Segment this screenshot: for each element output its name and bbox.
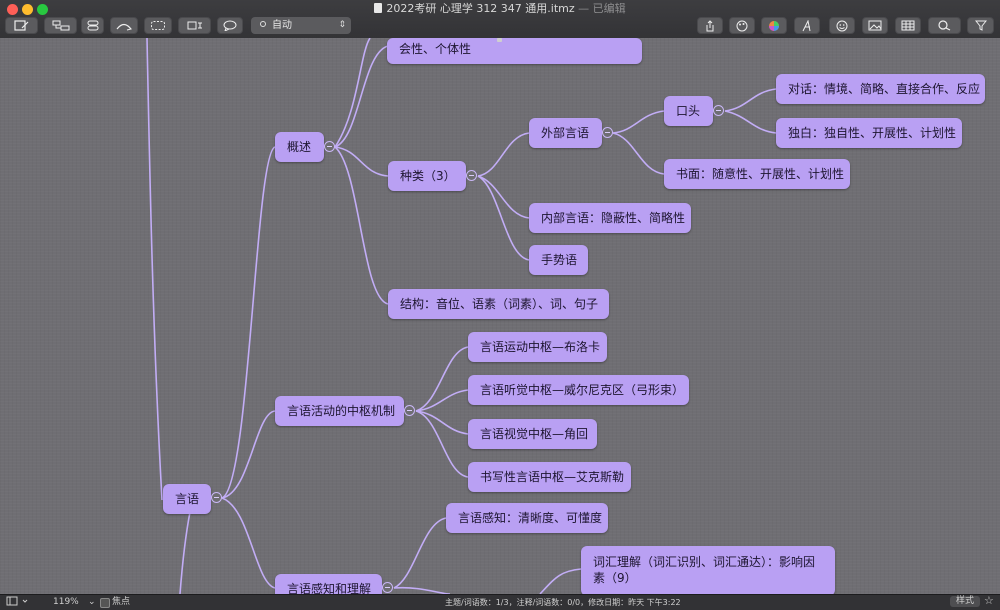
topic-auditory-center[interactable]: 言语听觉中枢—威尔尼克区（弓形束） <box>468 375 689 405</box>
collapse-toggle-types[interactable] <box>466 170 477 181</box>
speech-bubble-icon <box>223 20 237 31</box>
link-overview-offscreen <box>334 38 371 148</box>
share-button[interactable] <box>697 17 723 34</box>
topic-sign-language[interactable]: 手势语 <box>529 245 588 275</box>
topic-dialogue[interactable]: 对话：情境、简略、直接合作、反应 <box>776 74 985 104</box>
topic-visual-center[interactable]: 言语视觉中枢—角回 <box>468 419 597 449</box>
branch-icon <box>187 21 202 30</box>
link-mech-auditory <box>415 389 469 412</box>
filter-button[interactable] <box>967 17 994 34</box>
filter-icon <box>974 20 987 31</box>
relationship-button[interactable] <box>110 17 138 34</box>
link-oral-monologue <box>724 110 777 134</box>
font-icon <box>802 19 811 31</box>
smiley-icon <box>836 20 848 31</box>
sidebar-icon <box>6 596 28 606</box>
sidebar-toggle-button[interactable] <box>6 596 32 610</box>
relationship-icon <box>116 23 132 31</box>
topic-overview[interactable]: 概述 <box>275 132 324 162</box>
collapse-toggle-perception[interactable] <box>382 582 393 593</box>
focus-label: 焦点 <box>112 597 131 607</box>
link-overview-structure <box>334 146 389 305</box>
canvas-split-handle[interactable] <box>497 38 502 42</box>
callout-button[interactable] <box>81 17 104 34</box>
topic-root[interactable]: 言语 <box>163 484 211 514</box>
sticker-button[interactable] <box>829 17 855 34</box>
topic-oral[interactable]: 口头 <box>664 96 713 126</box>
image-icon <box>868 20 882 31</box>
style-dot-icon <box>260 21 266 27</box>
topic-motor-center[interactable]: 言语运动中枢—布洛卡 <box>468 332 607 362</box>
topic-partial-top[interactable]: 会性、个体性 <box>387 38 642 64</box>
new-topic-button[interactable] <box>5 17 38 34</box>
link-mech-writing <box>415 410 469 478</box>
edited-status: — 已编辑 <box>578 2 626 15</box>
callout-icon <box>87 20 98 31</box>
map-style-select[interactable]: 自动 ⇕ <box>251 17 351 34</box>
topic-perception[interactable]: 言语感知和理解 <box>275 574 382 594</box>
topic-lexical-comprehension[interactable]: 词汇理解（词汇识别、词汇通达）：影响因素（9） <box>581 546 835 594</box>
window-title: 2022考研 心理学 312 347 通用.itmz — 已编辑 <box>0 2 1000 16</box>
topic-monologue[interactable]: 独白：独自性、开展性、计划性 <box>776 118 962 148</box>
style-button[interactable]: 样式 <box>950 596 981 607</box>
topic-internal-speech[interactable]: 内部言语：隐蔽性、简略性 <box>529 203 691 233</box>
comment-button[interactable] <box>217 17 243 34</box>
link-trunk-upper <box>146 38 163 501</box>
topic-structure[interactable]: 结构：音位、语素（词素）、词、句子 <box>388 289 609 319</box>
chevron-updown-icon: ⇕ <box>338 20 346 30</box>
boundary-icon <box>151 21 165 30</box>
color-wheel-icon <box>769 20 779 31</box>
search-button[interactable] <box>928 17 961 34</box>
style-select-value: 自动 <box>272 20 292 31</box>
link-overview-types <box>334 146 389 177</box>
link-types-external <box>477 132 530 177</box>
topic-central-mechanism[interactable]: 言语活动的中枢机制 <box>275 396 404 426</box>
font-button[interactable] <box>794 17 820 34</box>
zoom-level[interactable]: 119% <box>53 597 79 608</box>
status-bar: 119% ⌄ 焦点 主题/词语数：1/3，注释/词语数：0/0，修改日期：昨天 … <box>0 594 1000 610</box>
link-perc-lexical <box>539 568 582 594</box>
branch-button[interactable] <box>178 17 211 34</box>
link-root-perception <box>221 497 276 589</box>
link-types-sign <box>477 175 530 261</box>
collapse-toggle-external[interactable] <box>602 127 613 138</box>
topic-written[interactable]: 书面：随意性、开展性、计划性 <box>664 159 850 189</box>
link-external-oral <box>612 110 665 134</box>
theme-button[interactable] <box>729 17 755 34</box>
topic-external-speech[interactable]: 外部言语 <box>529 118 602 148</box>
topic-types[interactable]: 种类（3） <box>388 161 466 191</box>
link-external-written <box>612 132 665 175</box>
focus-checkbox[interactable] <box>100 598 110 608</box>
link-trunk-lower <box>179 511 191 594</box>
subtopic-icon <box>52 20 69 31</box>
mindmap-canvas[interactable]: 会性、个体性 言语 概述 种类（3） 外部言语 口头 对话：情境、简略、直接合作… <box>0 38 1000 594</box>
window-titlebar: 2022考研 心理学 312 347 通用.itmz — 已编辑 自动 ⇕ <box>0 0 1000 39</box>
document-icon <box>374 3 383 13</box>
link-perc-speech <box>393 517 447 589</box>
link-root-overview <box>221 146 276 499</box>
boundary-button[interactable] <box>144 17 172 34</box>
document-info: 主题/词语数：1/3，注释/词语数：0/0，修改日期：昨天 下午3:22 <box>445 598 681 607</box>
table-icon <box>901 20 915 31</box>
search-icon <box>937 20 950 31</box>
palette-icon <box>736 20 748 31</box>
star-icon[interactable]: ☆ <box>984 595 994 606</box>
zoom-chevron-icon[interactable]: ⌄ <box>88 597 96 608</box>
collapse-toggle-oral[interactable] <box>713 105 724 116</box>
link-oral-dialogue <box>724 88 777 112</box>
color-button[interactable] <box>761 17 787 34</box>
collapse-toggle-overview[interactable] <box>324 141 335 152</box>
topic-speech-perception[interactable]: 言语感知：清晰度、可懂度 <box>446 503 608 533</box>
topic-writing-center[interactable]: 书写性言语中枢—艾克斯勒 <box>468 462 631 492</box>
collapse-toggle-mechanism[interactable] <box>404 405 415 416</box>
new-subtopic-button[interactable] <box>44 17 77 34</box>
share-icon <box>706 19 714 31</box>
new-topic-icon <box>13 20 28 31</box>
window-title-text: 2022考研 心理学 312 347 通用.itmz <box>386 2 575 15</box>
collapse-toggle-root[interactable] <box>211 492 222 503</box>
table-button[interactable] <box>895 17 921 34</box>
image-button[interactable] <box>862 17 888 34</box>
